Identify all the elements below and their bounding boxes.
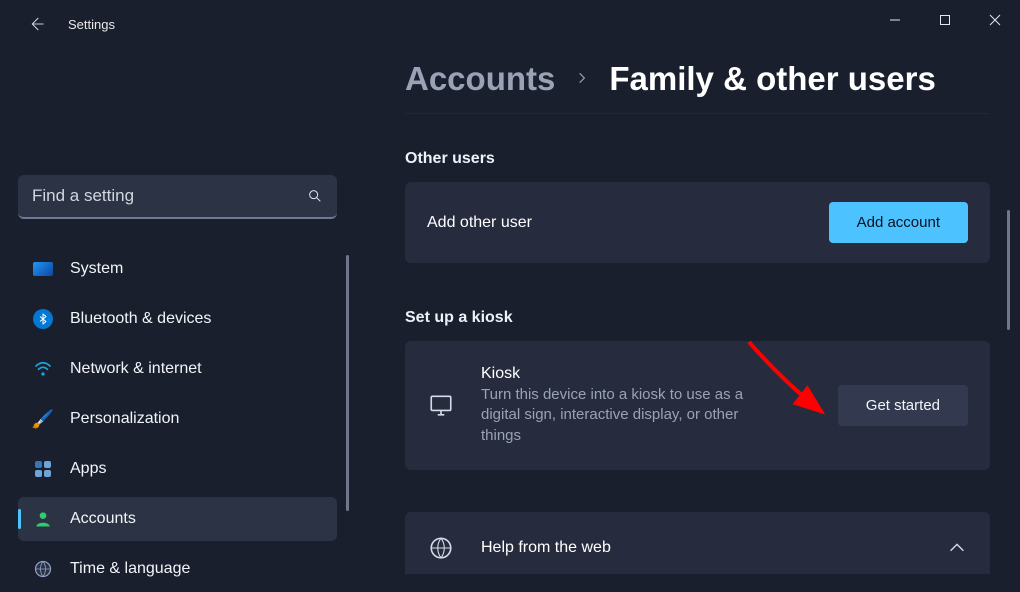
sidebar-item-label: Time & language [70, 560, 190, 578]
section-title-other-users: Other users [405, 150, 990, 168]
breadcrumb-parent[interactable]: Accounts [405, 60, 555, 98]
person-icon [32, 508, 54, 530]
sidebar-item-personalization[interactable]: 🖌️ Personalization [18, 397, 337, 441]
window-controls [870, 5, 1020, 35]
maximize-icon [939, 14, 951, 26]
section-title-kiosk: Set up a kiosk [405, 309, 990, 327]
kiosk-monitor-icon [427, 391, 455, 419]
sidebar-item-system[interactable]: System [18, 247, 337, 291]
globe-help-icon [427, 534, 455, 562]
add-account-button[interactable]: Add account [829, 202, 968, 243]
close-button[interactable] [970, 5, 1020, 35]
sidebar-item-label: Accounts [70, 510, 136, 528]
maximize-button[interactable] [920, 5, 970, 35]
help-title: Help from the web [481, 539, 611, 557]
sidebar-nav: System Bluetooth & devices Network & int… [18, 247, 337, 591]
paintbrush-icon: 🖌️ [32, 408, 54, 430]
arrow-left-icon [27, 15, 45, 33]
kiosk-card: Kiosk Turn this device into a kiosk to u… [405, 341, 990, 470]
help-card[interactable]: Help from the web [405, 512, 990, 574]
search-input[interactable] [18, 186, 293, 206]
add-other-user-card: Add other user Add account [405, 182, 990, 263]
sidebar-item-label: Personalization [70, 410, 179, 428]
sidebar-item-bluetooth[interactable]: Bluetooth & devices [18, 297, 337, 341]
minimize-button[interactable] [870, 5, 920, 35]
kiosk-description: Turn this device into a kiosk to use as … [481, 385, 781, 446]
bluetooth-icon [32, 308, 54, 330]
sidebar-item-apps[interactable]: Apps [18, 447, 337, 491]
app-title: Settings [68, 17, 115, 32]
search-icon [293, 188, 337, 204]
minimize-icon [889, 14, 901, 26]
title-bar: Settings [0, 0, 1020, 48]
wifi-icon [32, 358, 54, 380]
breadcrumb-current: Family & other users [609, 60, 935, 98]
sidebar: System Bluetooth & devices Network & int… [0, 60, 355, 592]
main-scrollbar[interactable] [1007, 210, 1010, 330]
back-button[interactable] [16, 4, 56, 44]
add-other-user-label: Add other user [427, 214, 532, 232]
globe-clock-icon [32, 558, 54, 580]
sidebar-scrollbar[interactable] [346, 255, 349, 511]
monitor-icon [32, 258, 54, 280]
sidebar-item-time-language[interactable]: Time & language [18, 547, 337, 591]
get-started-button[interactable]: Get started [838, 385, 968, 426]
sidebar-item-label: Apps [70, 460, 106, 478]
sidebar-item-label: System [70, 260, 123, 278]
search-box[interactable] [18, 175, 337, 219]
sidebar-item-label: Network & internet [70, 360, 202, 378]
close-icon [989, 14, 1001, 26]
sidebar-item-network[interactable]: Network & internet [18, 347, 337, 391]
sidebar-item-accounts[interactable]: Accounts [18, 497, 337, 541]
apps-icon [32, 458, 54, 480]
chevron-up-icon [946, 537, 968, 559]
main-content: Accounts Family & other users Other user… [405, 60, 990, 592]
sidebar-item-label: Bluetooth & devices [70, 310, 211, 328]
chevron-right-icon [575, 69, 589, 90]
breadcrumb: Accounts Family & other users [405, 60, 990, 130]
kiosk-title: Kiosk [481, 365, 781, 383]
